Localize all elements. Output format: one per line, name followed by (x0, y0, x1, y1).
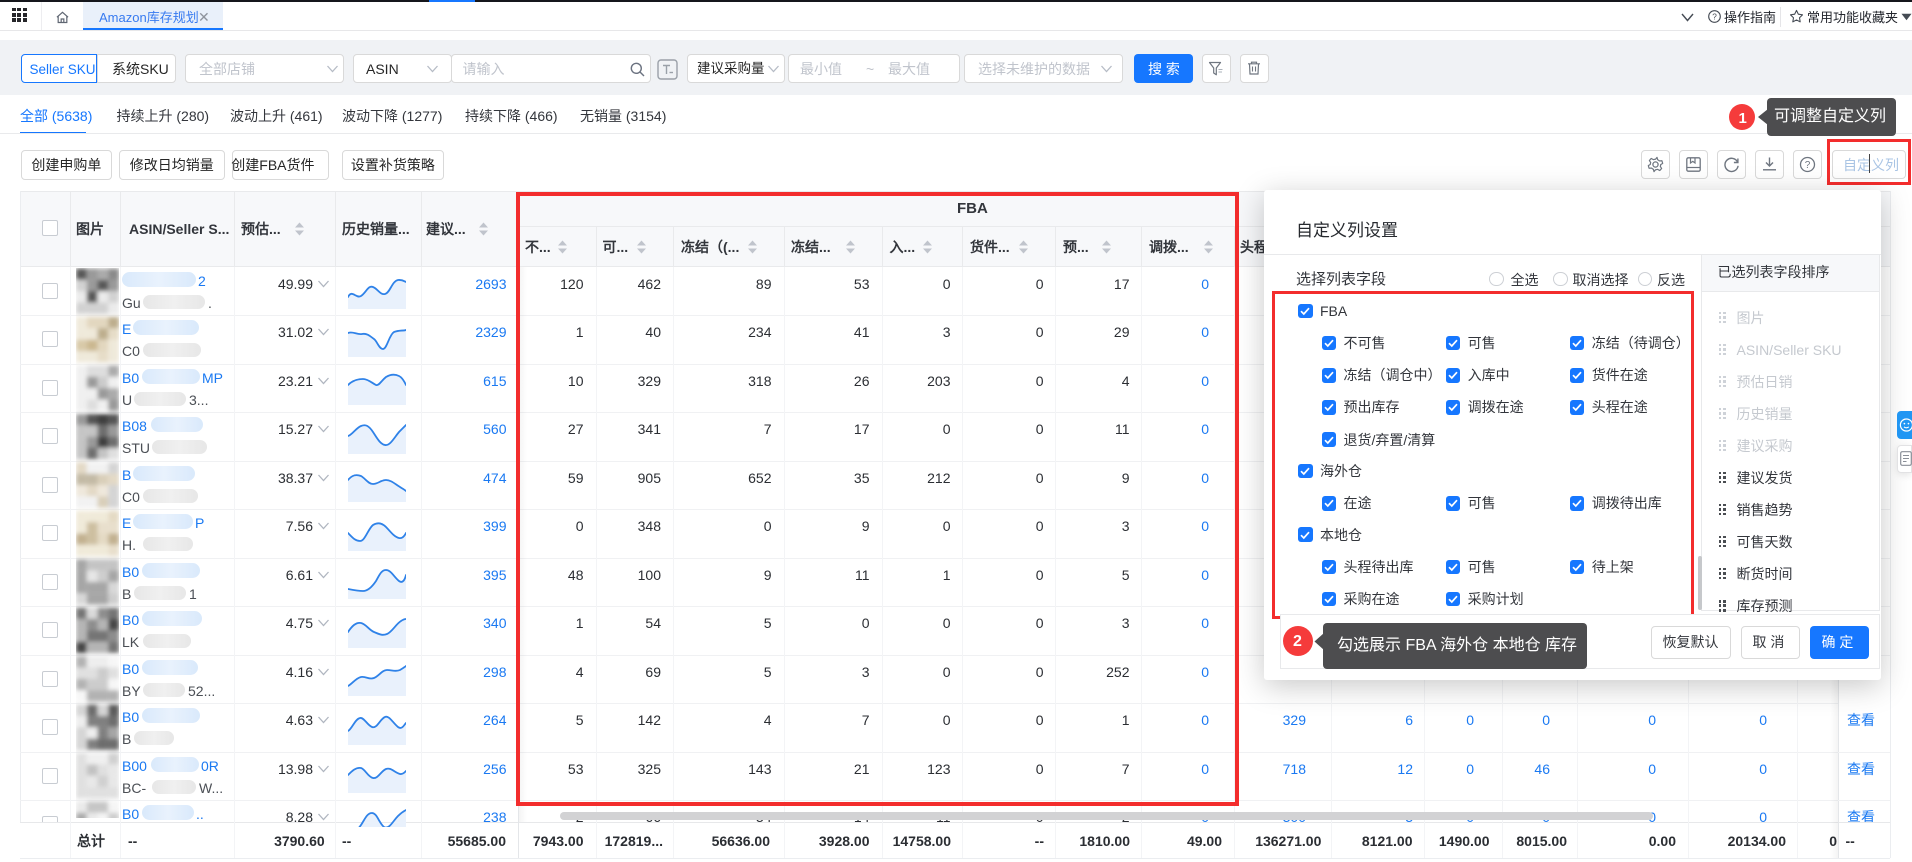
svg-text:?: ? (1712, 13, 1717, 22)
svg-text:?: ? (1805, 160, 1811, 171)
